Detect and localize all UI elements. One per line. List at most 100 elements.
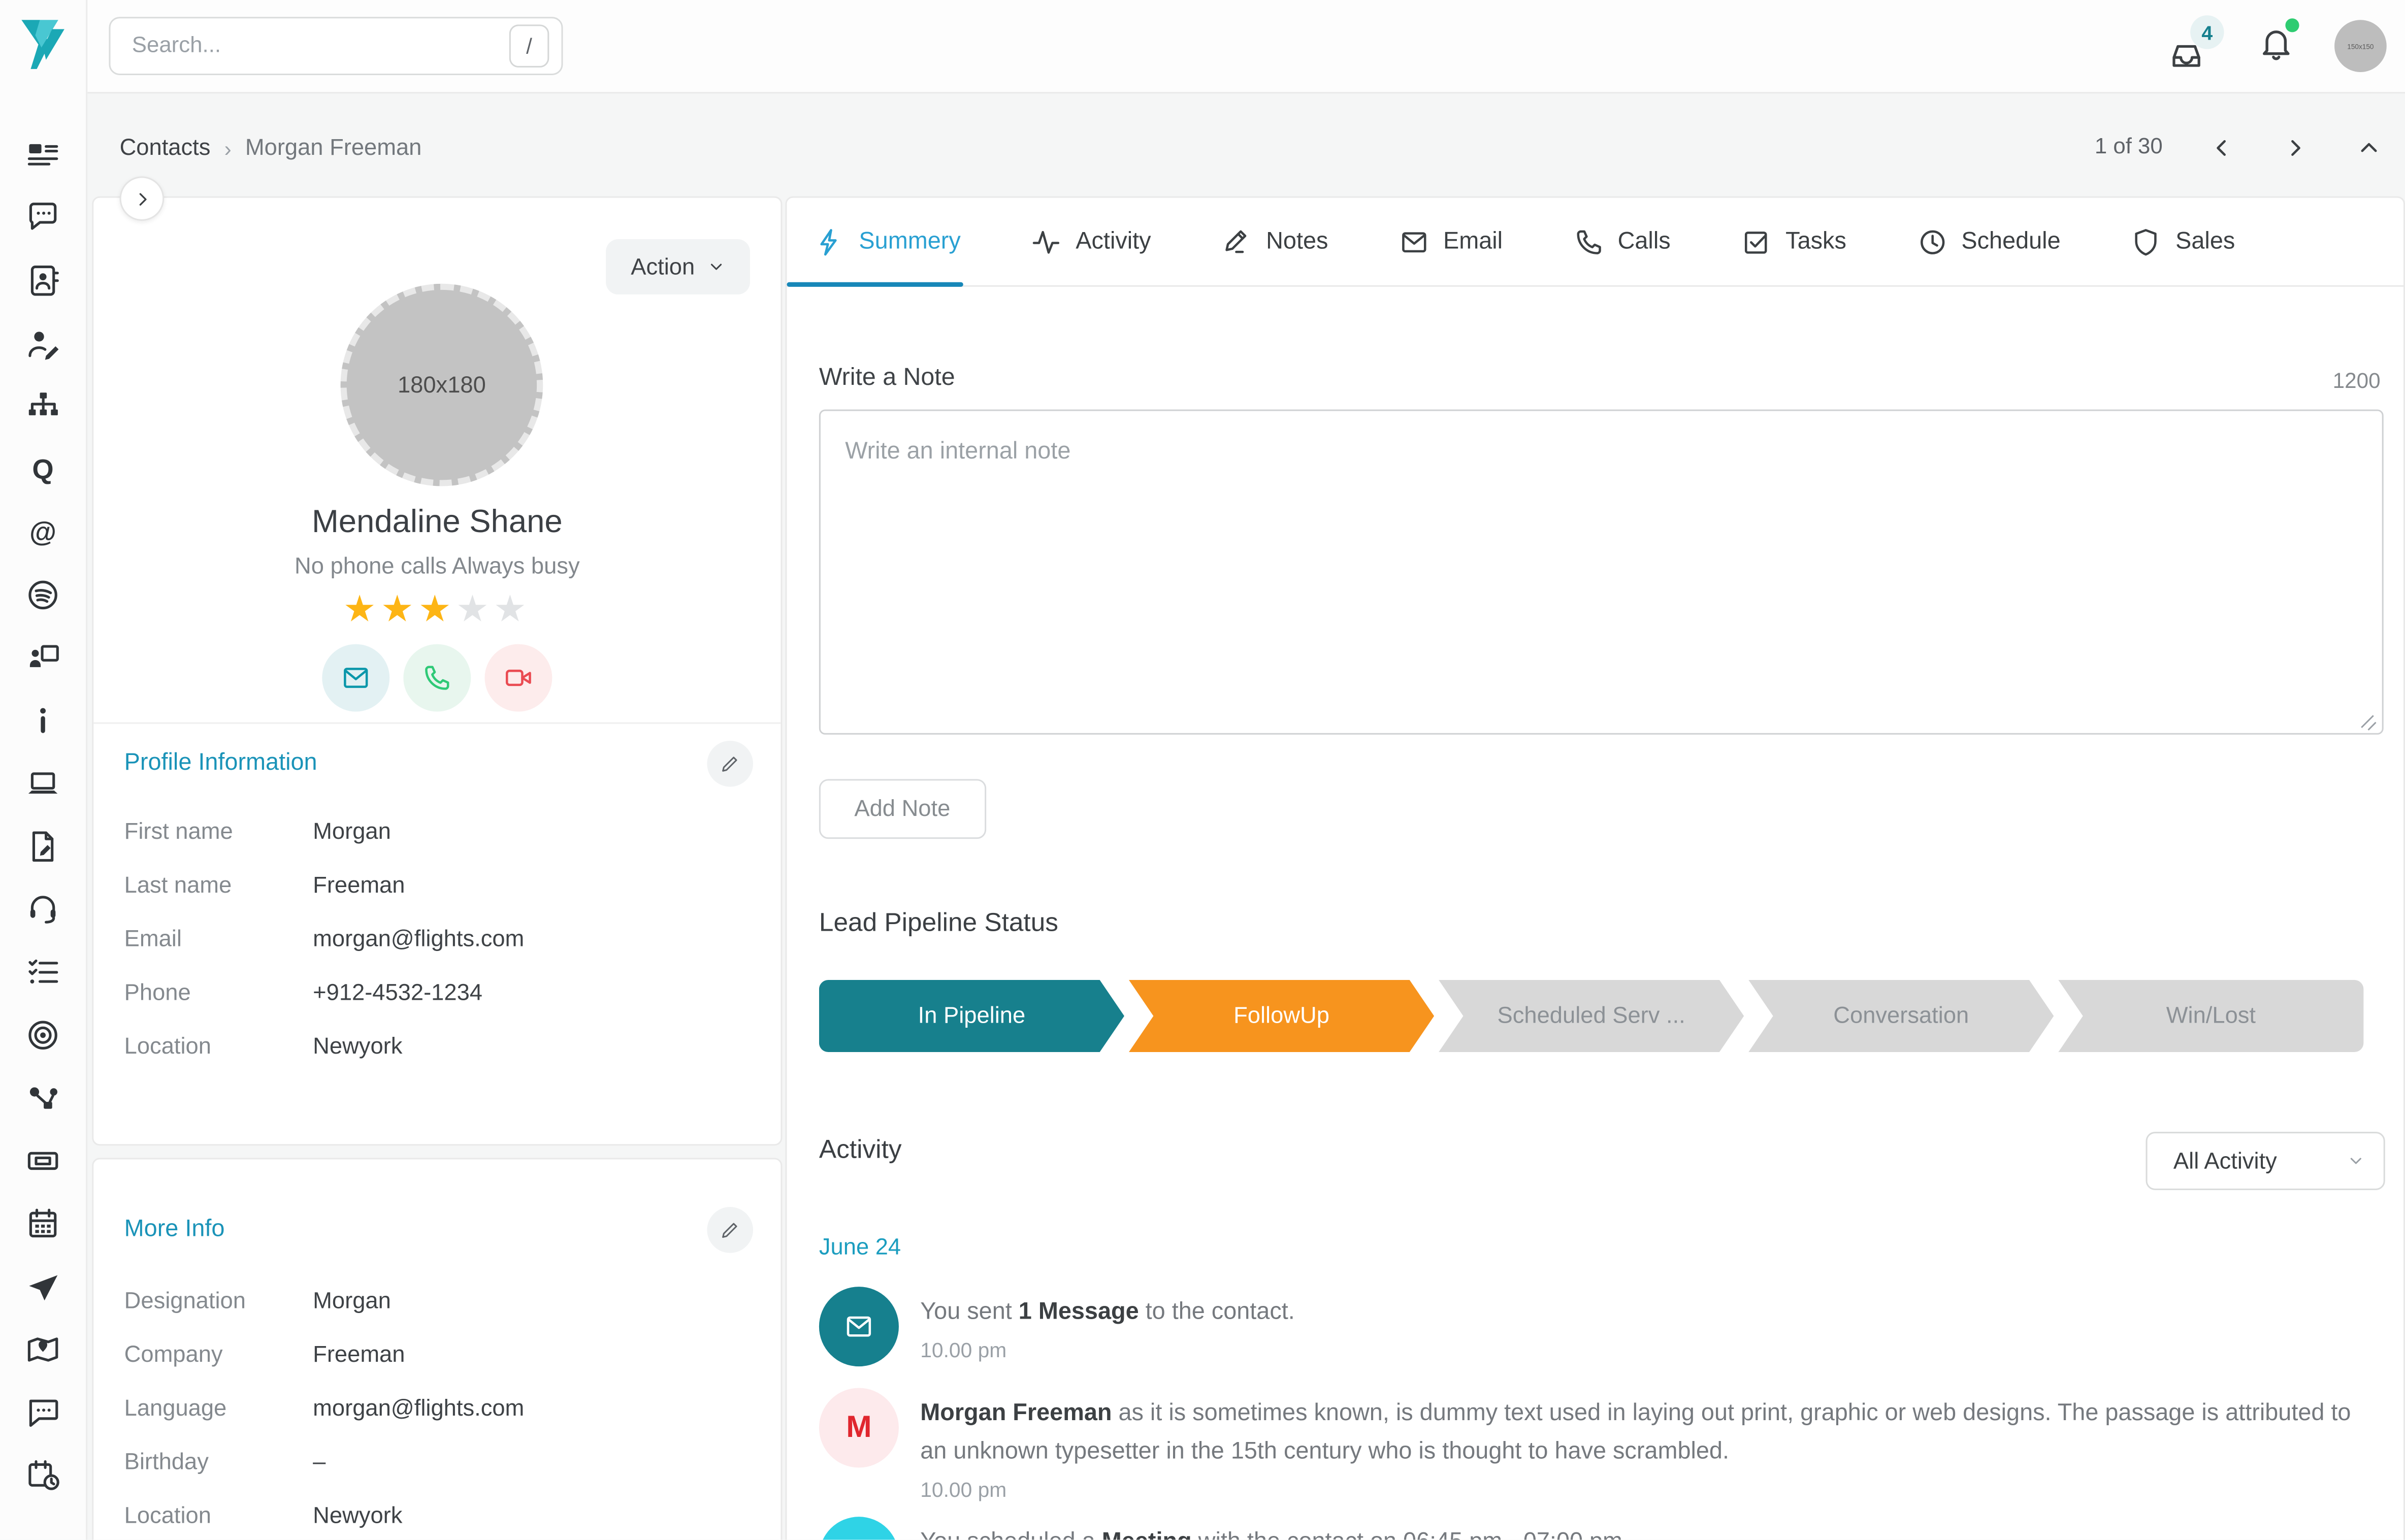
sidebar-item-calendar[interactable]: [23, 1204, 63, 1242]
field-value: –: [313, 1446, 326, 1478]
lead-pipeline-title: Lead Pipeline Status: [819, 908, 1058, 938]
tab-email[interactable]: Email: [1395, 198, 1506, 285]
pipeline-stage-in-pipeline[interactable]: In Pipeline: [819, 980, 1124, 1052]
next-record-button[interactable]: [2279, 132, 2310, 162]
app-logo[interactable]: [18, 14, 71, 75]
sidebar-item-target[interactable]: [23, 1015, 63, 1054]
tab-activity[interactable]: Activity: [1028, 198, 1154, 285]
inbox-count-badge: 4: [2190, 15, 2224, 49]
note-textarea[interactable]: [821, 411, 2382, 733]
pipeline-stage-followup[interactable]: FollowUp: [1129, 980, 1434, 1052]
edit-profile-button[interactable]: [707, 741, 753, 787]
search-shortcut-key: /: [509, 24, 549, 68]
breadcrumb-contacts-link[interactable]: Contacts: [120, 135, 211, 161]
sidebar-item-comments[interactable]: [23, 1393, 63, 1431]
org-chart-icon: [24, 387, 61, 424]
user-avatar[interactable]: 150x150: [2334, 20, 2387, 72]
search-input[interactable]: [129, 32, 509, 59]
presenter-icon: [24, 639, 61, 675]
tab-label: Email: [1443, 228, 1503, 255]
field-value: Morgan: [313, 816, 391, 848]
field-label: Location: [124, 1500, 313, 1532]
video-call-button[interactable]: [484, 644, 552, 712]
note-input-box: [819, 409, 2384, 734]
sidebar-item-send[interactable]: [23, 1267, 63, 1305]
phone-icon: [422, 663, 452, 693]
field-label: Phone: [124, 977, 313, 1009]
sidebar-item-feed[interactable]: [23, 135, 63, 174]
pipeline-stage-scheduled-service[interactable]: Scheduled Serv ...: [1439, 980, 1744, 1052]
activity-filter-dropdown[interactable]: All Activity: [2146, 1132, 2385, 1190]
field-value: morgan@flights.com: [313, 923, 524, 955]
activity-item-message: You sent 1 Message to the contact. 10.00…: [819, 1287, 2381, 1366]
svg-text:@: @: [29, 516, 56, 547]
sidebar-item-support[interactable]: [23, 890, 63, 928]
sidebar-item-spotify[interactable]: [23, 575, 63, 614]
add-note-button[interactable]: Add Note: [819, 779, 986, 839]
send-email-button[interactable]: [322, 644, 389, 712]
spotify-icon: [24, 576, 61, 612]
field-label: First name: [124, 816, 313, 848]
action-dropdown-button[interactable]: Action: [606, 239, 750, 294]
tab-schedule[interactable]: Schedule: [1914, 198, 2064, 285]
tab-tasks[interactable]: Tasks: [1738, 198, 1849, 285]
stage-label: In Pipeline: [918, 1003, 1026, 1029]
call-button[interactable]: [403, 644, 471, 712]
sidebar-item-quora[interactable]: Q: [23, 449, 63, 488]
pencil-icon: [1222, 226, 1252, 257]
collapse-panel-button[interactable]: [2353, 132, 2383, 162]
sidebar-item-ticket[interactable]: [23, 1141, 63, 1179]
star-icon: ★: [456, 589, 494, 631]
sidebar-item-map[interactable]: [23, 1330, 63, 1368]
sidebar-item-info[interactable]: [23, 701, 63, 739]
field-value: Freeman: [313, 870, 405, 902]
detail-panel: Summery Activity Notes Email Calls Tasks: [785, 196, 2405, 1540]
sidebar-item-calendar-clock[interactable]: [23, 1455, 63, 1494]
tab-summary[interactable]: Summery: [787, 198, 963, 285]
calendar-icon: [24, 1205, 61, 1241]
sidebar-item-org-chart[interactable]: [23, 386, 63, 425]
notifications-button[interactable]: [2258, 23, 2298, 69]
activity-text-pre: You sent: [920, 1299, 1019, 1325]
user-edit-icon: [24, 324, 61, 361]
pipeline-stage-win-lost[interactable]: Win/Lost: [2058, 980, 2363, 1052]
sidebar-collapse-toggle[interactable]: [120, 176, 165, 221]
chevron-right-icon: [2283, 136, 2306, 158]
activity-text: Morgan Freeman as it is sometimes known,…: [920, 1388, 2377, 1504]
sidebar-item-chat[interactable]: [23, 198, 63, 237]
tab-label: Tasks: [1785, 228, 1846, 255]
sidebar-item-doc-edit[interactable]: [23, 827, 63, 865]
edit-more-info-button[interactable]: [707, 1207, 753, 1253]
pipeline-stage-conversation[interactable]: Conversation: [1748, 980, 2054, 1052]
comment-bubble-icon: [24, 1393, 61, 1430]
sidebar-item-checklist[interactable]: [23, 953, 63, 991]
sidebar-item-flow[interactable]: [23, 1078, 63, 1117]
field-row: Last nameFreeman: [124, 870, 750, 902]
field-label: Designation: [124, 1285, 313, 1317]
tab-label: Sales: [2175, 228, 2235, 255]
star-icon: ★: [343, 589, 381, 631]
chevron-right-icon: [133, 189, 151, 208]
activity-text: You sent 1 Message to the contact. 10.00…: [920, 1287, 1295, 1366]
stage-label: FollowUp: [1233, 1003, 1329, 1029]
sidebar-item-mention[interactable]: @: [23, 512, 63, 551]
field-row: Phone+912-4532-1234: [124, 977, 750, 1009]
activity-text-bold: 1 Message: [1019, 1299, 1139, 1325]
tab-sales[interactable]: Sales: [2128, 198, 2238, 285]
activity-text-pre: You scheduled a: [920, 1529, 1102, 1539]
stage-label: Scheduled Serv ...: [1498, 1003, 1685, 1029]
resize-handle[interactable]: [2359, 710, 2377, 728]
lightning-icon: [815, 226, 845, 257]
sidebar-item-user-edit[interactable]: [23, 323, 63, 362]
sidebar-item-training[interactable]: [23, 638, 63, 676]
flow-icon: [24, 1079, 61, 1116]
envelope-icon: [1399, 226, 1429, 257]
prev-record-button[interactable]: [2205, 132, 2236, 162]
inbox-button[interactable]: 4: [2169, 15, 2221, 77]
tab-calls[interactable]: Calls: [1570, 198, 1674, 285]
contact-rating[interactable]: ★★★★★: [93, 587, 781, 632]
tab-notes[interactable]: Notes: [1218, 198, 1331, 285]
contact-avatar-placeholder: 180x180: [341, 284, 543, 486]
sidebar-item-laptop[interactable]: [23, 764, 63, 802]
sidebar-item-contacts[interactable]: [23, 260, 63, 299]
